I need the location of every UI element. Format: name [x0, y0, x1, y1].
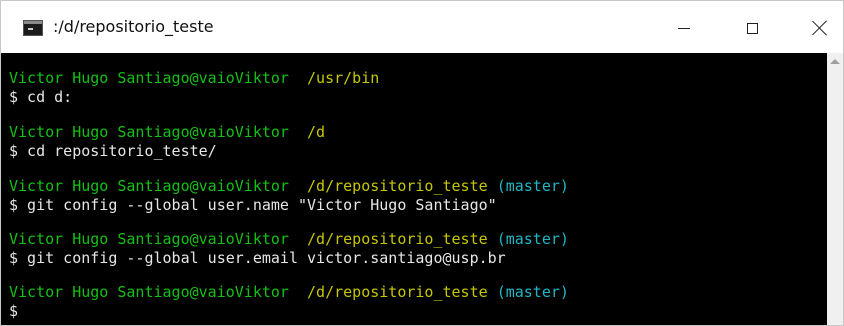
git-branch: (master) — [496, 283, 569, 301]
prompt-line: Victor Hugo Santiago@vaioViktor /d — [9, 123, 325, 141]
prompt-user: Victor Hugo Santiago@vaioViktor — [9, 69, 289, 87]
command-line: $ cd d: — [9, 88, 73, 106]
terminal-output[interactable]: Victor Hugo Santiago@vaioViktor /usr/bin… — [1, 53, 827, 325]
prompt-line: Victor Hugo Santiago@vaioViktor /d/repos… — [9, 177, 569, 195]
prompt-user: Victor Hugo Santiago@vaioViktor — [9, 123, 289, 141]
prompt-user: Victor Hugo Santiago@vaioViktor — [9, 177, 289, 195]
minimize-icon — [678, 27, 690, 29]
title-bar[interactable]: :/d/repositorio_teste — [1, 1, 843, 53]
close-button[interactable] — [797, 13, 843, 43]
prompt-path: /d/repositorio_teste — [307, 230, 488, 248]
maximize-button[interactable] — [729, 13, 775, 43]
prompt-line: Victor Hugo Santiago@vaioViktor /d/repos… — [9, 230, 569, 248]
command-line: $ — [9, 302, 19, 320]
terminal-window: :/d/repositorio_teste Victor Hugo Santia… — [0, 0, 844, 326]
prompt-line: Victor Hugo Santiago@vaioViktor /d/repos… — [9, 283, 569, 301]
prompt-path: /d/repositorio_teste — [307, 177, 488, 195]
git-branch: (master) — [496, 177, 569, 195]
prompt-path: /d/repositorio_teste — [307, 283, 488, 301]
scroll-up-icon[interactable] — [830, 59, 840, 64]
prompt-line: Victor Hugo Santiago@vaioViktor /usr/bin — [9, 69, 379, 87]
prompt-user: Victor Hugo Santiago@vaioViktor — [9, 230, 289, 248]
close-icon — [812, 20, 828, 36]
command-line: $ cd repositorio_teste/ — [9, 142, 217, 160]
prompt-path: /usr/bin — [307, 69, 380, 87]
git-branch: (master) — [496, 230, 569, 248]
command-line: $ git config --global user.name "Victor … — [9, 196, 497, 214]
window-title: :/d/repositorio_teste — [53, 17, 214, 36]
minimize-button[interactable] — [661, 13, 707, 43]
prompt-user: Victor Hugo Santiago@vaioViktor — [9, 283, 289, 301]
command-line: $ git config --global user.email victor.… — [9, 249, 506, 267]
prompt-path: /d — [307, 123, 326, 141]
vertical-scrollbar[interactable] — [827, 53, 843, 325]
maximize-icon — [746, 22, 758, 34]
terminal-icon — [23, 20, 43, 36]
